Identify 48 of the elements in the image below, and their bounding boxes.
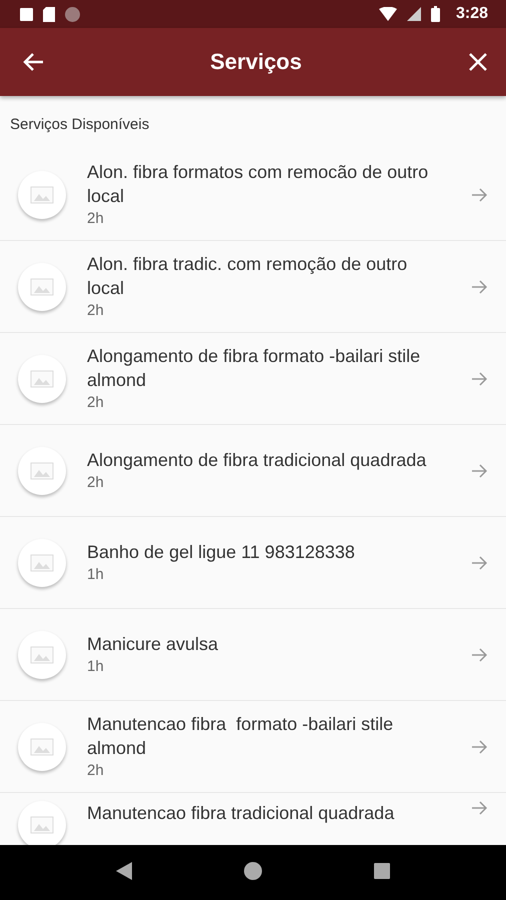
service-name: Alongamento de fibra formato -bailari stile almond (87, 344, 422, 392)
arrow-right-icon (472, 801, 488, 815)
image-placeholder-icon (18, 801, 66, 845)
service-duration: 2h (87, 392, 105, 412)
service-name: Banho de gel ligue 11 983128338 (87, 540, 356, 564)
service-name: Alon. fibra formatos com remocão de outro local (87, 160, 430, 208)
service-row[interactable]: Banho de gel ligue 11 983128338 1h (0, 517, 506, 609)
service-row[interactable]: Alongamento de fibra tradicional quadrada 2h (0, 425, 506, 517)
battery-icon (430, 6, 440, 22)
service-row[interactable]: Alongamento de fibra formato -bailari stile almond 2h (0, 333, 506, 425)
arrow-right-icon (472, 372, 488, 386)
service-duration: 2h (87, 208, 105, 228)
service-duration: 2h (87, 760, 105, 780)
image-placeholder-icon (18, 538, 66, 586)
back-nav-button[interactable] (116, 862, 132, 883)
sd-card-icon (43, 6, 55, 22)
service-row[interactable]: Manicure avulsa 1h (0, 609, 506, 701)
service-duration: 2h (87, 300, 105, 320)
image-placeholder-icon (18, 630, 66, 678)
image-placeholder-icon (18, 354, 66, 402)
service-name: Manutencao fibra formato -bailari stile almond (87, 712, 394, 760)
image-placeholder-icon (18, 722, 66, 770)
service-row[interactable]: Alon. fibra formatos com remocão de outro local 2h (0, 149, 506, 241)
section-title: Serviços Disponíveis (9, 115, 150, 135)
recents-nav-button[interactable] (374, 863, 390, 882)
arrow-right-icon (472, 556, 488, 570)
service-row[interactable]: Alon. fibra tradic. com remoção de outro local 2h (0, 241, 506, 333)
wifi-icon (378, 7, 397, 21)
screen-title: Serviços (210, 49, 302, 75)
service-name: Manutencao fibra tradicional quadrada (87, 802, 396, 825)
service-name: Alongamento de fibra tradicional quadrada (87, 448, 428, 472)
arrow-right-icon (472, 648, 488, 662)
service-duration: 1h (87, 564, 105, 584)
service-row[interactable]: Manutencao fibra formato -bailari stile almond 2h (0, 701, 506, 793)
arrow-right-icon (472, 280, 488, 294)
service-name: Manicure avulsa (87, 632, 220, 656)
signal-icon (406, 7, 421, 21)
service-duration: 1h (87, 656, 105, 676)
status-time: 3:28 (456, 5, 488, 23)
service-name: Alon. fibra tradic. com remoção de outro local (87, 252, 408, 300)
image-placeholder-icon (18, 262, 66, 310)
image-placeholder-icon (18, 170, 66, 218)
arrow-right-icon (472, 188, 488, 202)
home-nav-button[interactable] (244, 862, 262, 883)
arrow-right-icon (472, 464, 488, 478)
arrow-right-icon (472, 740, 488, 754)
image-placeholder-icon (18, 446, 66, 494)
service-duration: 2h (87, 472, 105, 492)
